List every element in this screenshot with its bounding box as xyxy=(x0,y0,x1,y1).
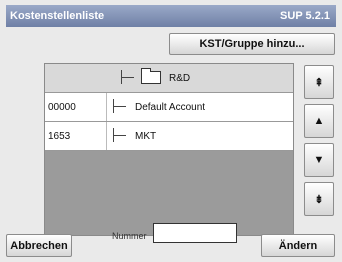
page-up-icon: ⇞ xyxy=(314,76,324,89)
window-title: Kostenstellenliste xyxy=(10,10,105,22)
cost-center-name: Default Account xyxy=(135,102,206,113)
column-divider xyxy=(106,122,107,150)
arrow-down-icon: ▼ xyxy=(313,154,325,166)
scroll-up-button[interactable]: ▲ xyxy=(304,104,334,138)
tree-branch-icon xyxy=(113,128,128,142)
scroll-bottom-button[interactable]: ⇟ xyxy=(304,182,334,216)
column-divider xyxy=(106,93,107,121)
tree-branch-icon xyxy=(121,70,136,84)
arrow-up-icon: ▲ xyxy=(313,115,325,127)
list-item[interactable]: 1653 MKT xyxy=(45,122,293,151)
title-bar: Kostenstellenliste SUP 5.2.1 xyxy=(6,5,336,27)
list-item[interactable]: 00000 Default Account xyxy=(45,93,293,122)
cost-center-list: R&D 00000 Default Account 1653 MKT xyxy=(44,63,294,236)
page-down-icon: ⇟ xyxy=(314,193,324,206)
tree-branch-icon xyxy=(113,99,128,113)
cancel-button[interactable]: Abbrechen xyxy=(6,234,72,257)
number-input[interactable] xyxy=(153,223,237,243)
number-field-label: Nummer xyxy=(112,231,147,241)
version-label: SUP 5.2.1 xyxy=(280,10,330,22)
cost-center-number: 1653 xyxy=(48,131,71,142)
scroll-top-button[interactable]: ⇞ xyxy=(304,65,334,99)
app-screen: Kostenstellenliste SUP 5.2.1 KST/Gruppe … xyxy=(0,0,342,262)
list-group-row[interactable]: R&D xyxy=(45,64,293,93)
add-cost-center-button[interactable]: KST/Gruppe hinzu... xyxy=(169,33,335,55)
cost-center-number: 00000 xyxy=(48,102,76,113)
scroll-down-button[interactable]: ▼ xyxy=(304,143,334,177)
cost-center-name: MKT xyxy=(135,131,157,142)
folder-icon xyxy=(141,68,161,84)
change-button[interactable]: Ändern xyxy=(261,234,335,257)
group-label: R&D xyxy=(169,73,191,84)
